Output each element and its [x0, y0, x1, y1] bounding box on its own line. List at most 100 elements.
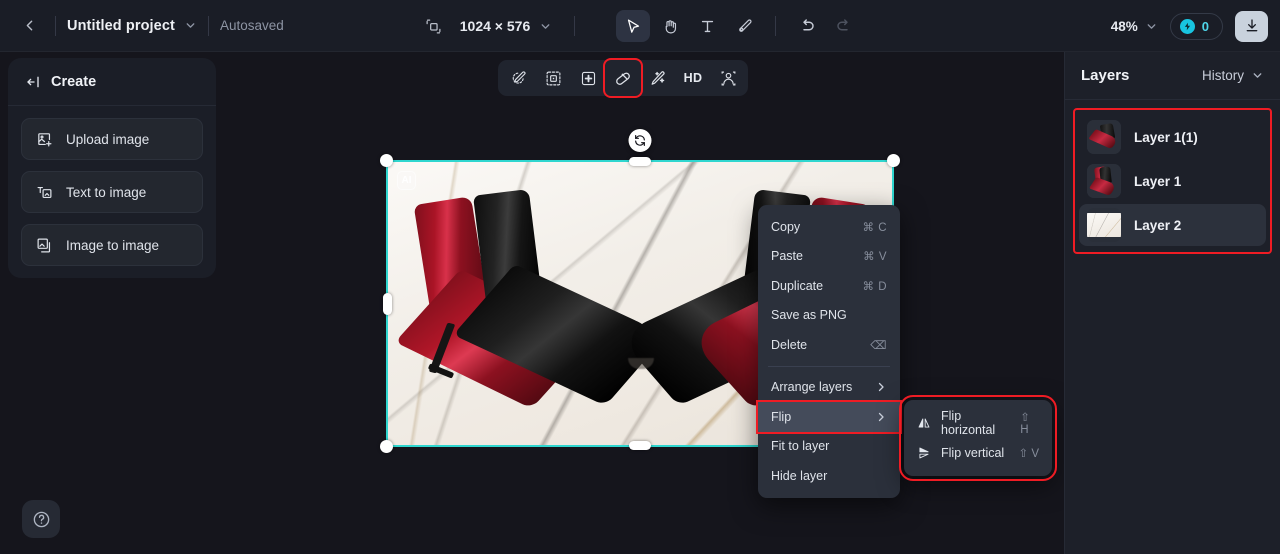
- text-tool[interactable]: [690, 10, 724, 42]
- remove-background-button[interactable]: [574, 64, 602, 92]
- hd-button[interactable]: HD: [679, 64, 707, 92]
- menu-label: Flip: [771, 409, 792, 424]
- layer-name: Layer 1: [1134, 173, 1182, 189]
- context-menu-item-paste[interactable]: Paste ⌘ V: [758, 242, 900, 272]
- handle-top-right[interactable]: [887, 154, 900, 167]
- redo-button[interactable]: [827, 10, 861, 42]
- menu-label: Save as PNG: [771, 308, 847, 323]
- context-menu-item-save-as-png[interactable]: Save as PNG: [758, 301, 900, 331]
- context-menu-item-hide-layer[interactable]: Hide layer: [758, 461, 900, 491]
- layer-name: Layer 1(1): [1134, 129, 1198, 145]
- ai-badge: AI: [397, 171, 416, 190]
- rotate-icon: [635, 135, 645, 146]
- expand-frame-icon: [546, 71, 560, 85]
- divider: [775, 16, 777, 36]
- flip-submenu: Flip horizontal ⇧ H Flip vertical ⇧ V: [899, 395, 1057, 481]
- handle-top-left[interactable]: [380, 154, 393, 167]
- flip-vertical-item[interactable]: Flip vertical ⇧ V: [904, 438, 1052, 468]
- download-icon: [1246, 19, 1257, 32]
- canvas-tools-toolbar: HD: [498, 58, 748, 98]
- upload-image-button[interactable]: Upload image: [21, 118, 203, 160]
- zoom-dropdown[interactable]: 48%: [1111, 19, 1158, 34]
- magic-wand-icon: [651, 70, 665, 85]
- person-portrait-icon: [721, 71, 735, 85]
- brush-tool[interactable]: [727, 10, 761, 42]
- divider: [55, 15, 56, 36]
- avatar-button[interactable]: [714, 64, 742, 92]
- image-to-image-button[interactable]: Image to image: [21, 224, 203, 266]
- magic-erase-button[interactable]: [504, 64, 532, 92]
- undo-button[interactable]: [790, 10, 824, 42]
- resize-canvas-button[interactable]: [419, 11, 449, 41]
- layer-row[interactable]: Layer 1: [1079, 160, 1266, 202]
- flip-horizontal-item[interactable]: Flip horizontal ⇧ H: [904, 408, 1052, 438]
- handle-top-center[interactable]: [629, 157, 651, 166]
- context-menu-item-arrange-layers[interactable]: Arrange layers: [758, 373, 900, 403]
- history-dropdown[interactable]: History: [1202, 68, 1264, 83]
- canvas-size-dropdown[interactable]: 1024 × 576: [460, 18, 552, 34]
- image-to-image-label: Image to image: [66, 237, 160, 253]
- credits-badge[interactable]: 0: [1169, 12, 1223, 40]
- hand-icon: [665, 19, 676, 33]
- chevron-right-icon: [875, 411, 887, 423]
- context-menu-item-copy[interactable]: Copy ⌘ C: [758, 212, 900, 242]
- menu-label: Hide layer: [771, 468, 828, 483]
- project-name-dropdown[interactable]: Untitled project: [67, 18, 197, 34]
- menu-shortcut: ⌫: [870, 339, 887, 352]
- handle-bottom-center[interactable]: [629, 441, 651, 450]
- menu-shortcut: ⌘ V: [863, 251, 887, 264]
- text-to-image-button[interactable]: Text to image: [21, 171, 203, 213]
- context-menu-item-fit-to-layer[interactable]: Fit to layer: [758, 432, 900, 462]
- context-menu-item-delete[interactable]: Delete ⌫: [758, 330, 900, 360]
- project-name: Untitled project: [67, 17, 175, 34]
- layer-row[interactable]: Layer 2: [1079, 204, 1266, 246]
- flip-vertical-label: Flip vertical: [941, 446, 1005, 460]
- cursor-icon: [627, 18, 639, 33]
- handle-left-middle[interactable]: [383, 292, 392, 315]
- context-menu-item-flip[interactable]: Flip: [756, 400, 902, 434]
- divider: [574, 16, 576, 36]
- expand-frame-button[interactable]: [539, 64, 567, 92]
- layers-panel: Layers History Layer 1(1) Layer 1 Layer …: [1064, 52, 1280, 554]
- top-bar-right: 48% 0: [1111, 0, 1268, 52]
- top-bar-left: Untitled project Autosaved: [0, 0, 284, 51]
- tool-group: [616, 10, 861, 42]
- text-to-image-icon: [37, 186, 52, 198]
- autosave-status: Autosaved: [219, 18, 284, 33]
- layers-list: Layer 1(1) Layer 1 Layer 2: [1073, 108, 1272, 254]
- flip-horizontal-icon: [918, 418, 930, 428]
- history-label: History: [1201, 68, 1244, 83]
- menu-label: Delete: [771, 337, 808, 352]
- menu-label: Copy: [771, 219, 801, 234]
- credits-count: 0: [1201, 18, 1209, 34]
- enhance-button[interactable]: [644, 64, 672, 92]
- back-button[interactable]: [14, 11, 44, 41]
- context-menu-item-duplicate[interactable]: Duplicate ⌘ D: [758, 271, 900, 301]
- hd-text-icon: HD: [683, 71, 703, 85]
- canvas-size-value: 1024 × 576: [459, 18, 531, 34]
- create-panel: Create Upload image Text to image Image …: [8, 58, 216, 278]
- eraser-button[interactable]: [603, 58, 643, 98]
- handle-bottom-left[interactable]: [380, 440, 393, 453]
- layers-panel-header: Layers History: [1065, 52, 1280, 100]
- select-tool[interactable]: [616, 10, 651, 42]
- top-bar: Untitled project Autosaved 1024 × 576 48…: [0, 0, 1280, 52]
- collapse-left-icon[interactable]: [26, 74, 42, 90]
- menu-label: Fit to layer: [771, 439, 830, 454]
- menu-label: Duplicate: [771, 278, 824, 293]
- menu-separator: [768, 365, 890, 367]
- resize-canvas-icon: [426, 18, 441, 34]
- download-button[interactable]: [1235, 10, 1268, 42]
- hand-tool[interactable]: [653, 10, 687, 42]
- image-to-image-icon: [37, 238, 51, 252]
- flip-horizontal-label: Flip horizontal: [941, 409, 996, 437]
- boot-left-black: [446, 189, 667, 412]
- rotate-handle[interactable]: [628, 129, 652, 152]
- redo-arrow-icon: [837, 19, 848, 31]
- question-mark-icon: [33, 511, 49, 527]
- layer-row[interactable]: Layer 1(1): [1079, 116, 1266, 158]
- help-button[interactable]: [22, 500, 60, 538]
- canvas-area[interactable]: AI: [216, 52, 1064, 554]
- menu-label: Arrange layers: [771, 380, 853, 395]
- create-panel-title: Create: [51, 73, 97, 90]
